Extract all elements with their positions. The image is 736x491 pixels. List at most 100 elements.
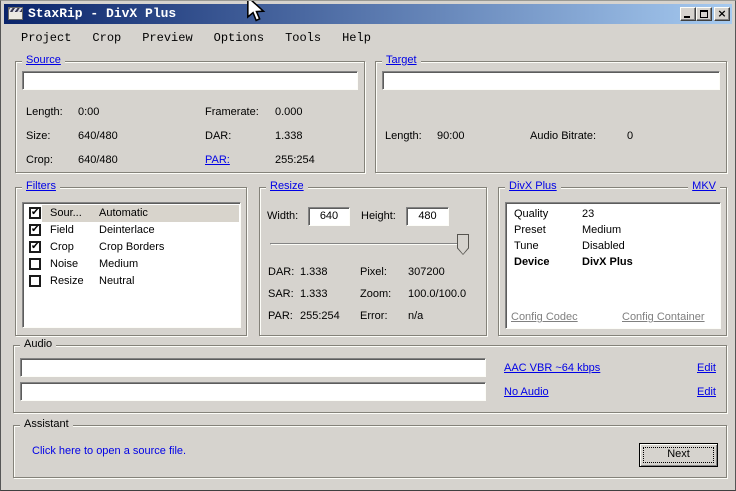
source-framerate-value: 0.000 xyxy=(275,106,303,118)
filter-value: Crop Borders xyxy=(99,241,164,253)
pixel-value: 307200 xyxy=(408,266,445,278)
resize-group: Resize Width: 640 Height: 480 DAR: 1.338… xyxy=(259,187,487,336)
container-caption-link[interactable]: MKV xyxy=(688,180,720,192)
source-file-input[interactable] xyxy=(22,71,358,90)
resize-slider-thumb[interactable] xyxy=(457,234,469,255)
codec-caption-link[interactable]: DivX Plus xyxy=(505,180,561,192)
source-caption-link[interactable]: Source xyxy=(22,54,65,66)
next-button-label: Next xyxy=(640,448,717,460)
main-window: StaxRip - DivX Plus × Project Crop Previ… xyxy=(0,0,736,491)
tune-label: Tune xyxy=(514,240,539,252)
checkbox-unchecked-icon[interactable] xyxy=(29,275,41,287)
source-dar-label: DAR: xyxy=(205,130,231,142)
source-crop-label: Crop: xyxy=(26,154,53,166)
dar-label: DAR: xyxy=(268,266,294,278)
filter-value: Automatic xyxy=(99,207,148,219)
clapperboard-stripes xyxy=(9,8,22,12)
source-par-link[interactable]: PAR: xyxy=(205,154,230,166)
audio-track1-input[interactable] xyxy=(20,358,486,377)
tune-value: Disabled xyxy=(582,240,625,252)
error-label: Error: xyxy=(360,310,388,322)
filters-listbox: ✔ Sour... Automatic ✔ Field Deinterlace … xyxy=(22,202,241,328)
checkbox-checked-icon[interactable]: ✔ xyxy=(29,224,41,236)
menu-options[interactable]: Options xyxy=(214,31,264,45)
filter-value: Deinterlace xyxy=(99,224,155,236)
filter-row-resize[interactable]: Resize Neutral xyxy=(23,273,240,290)
audio-track1-profile-link[interactable]: AAC VBR ~64 kbps xyxy=(504,362,600,374)
config-container-link[interactable]: Config Container xyxy=(622,311,705,323)
checkbox-checked-icon[interactable]: ✔ xyxy=(29,207,41,219)
par-label: PAR: xyxy=(268,310,293,322)
audio-track1-edit-link[interactable]: Edit xyxy=(697,362,716,374)
menu-help[interactable]: Help xyxy=(342,31,371,45)
close-icon: × xyxy=(715,8,729,20)
sar-label: SAR: xyxy=(268,288,294,300)
target-length-label: Length: xyxy=(385,130,422,142)
resize-caption-link[interactable]: Resize xyxy=(266,180,308,192)
checkbox-checked-icon[interactable]: ✔ xyxy=(29,241,41,253)
dar-value: 1.338 xyxy=(300,266,328,278)
maximize-button[interactable] xyxy=(696,7,712,21)
filter-value: Neutral xyxy=(99,275,134,287)
minimize-button[interactable] xyxy=(680,7,696,21)
audio-track2-edit-link[interactable]: Edit xyxy=(697,386,716,398)
filter-name: Crop xyxy=(50,241,74,253)
filter-row-crop[interactable]: ✔ Crop Crop Borders xyxy=(23,239,240,256)
source-length-label: Length: xyxy=(26,106,63,118)
menu-project[interactable]: Project xyxy=(21,31,71,45)
assistant-group: Assistant Click here to open a source fi… xyxy=(13,425,727,478)
menu-crop[interactable]: Crop xyxy=(92,31,121,45)
source-group: Source Length: 0:00 Framerate: 0.000 Siz… xyxy=(15,61,365,173)
height-input[interactable]: 480 xyxy=(406,207,449,226)
resize-slider-track[interactable] xyxy=(270,243,466,245)
filter-value: Medium xyxy=(99,258,138,270)
device-label: Device xyxy=(514,256,549,268)
menu-preview[interactable]: Preview xyxy=(142,31,192,45)
quality-label: Quality xyxy=(514,208,548,220)
preset-label: Preset xyxy=(514,224,546,236)
filter-name: Sour... xyxy=(50,207,82,219)
source-length-value: 0:00 xyxy=(78,106,99,118)
target-group: Target Length: 90:00 Audio Bitrate: 0 xyxy=(375,61,727,173)
filters-caption-link[interactable]: Filters xyxy=(22,180,60,192)
target-caption-link[interactable]: Target xyxy=(382,54,421,66)
window-title: StaxRip - DivX Plus xyxy=(28,6,176,21)
source-size-label: Size: xyxy=(26,130,50,142)
filters-group: Filters ✔ Sour... Automatic ✔ Field Dein… xyxy=(15,187,247,336)
menu-tools[interactable]: Tools xyxy=(285,31,321,45)
zoom-label: Zoom: xyxy=(360,288,391,300)
filter-name: Noise xyxy=(50,258,78,270)
filter-row-field[interactable]: ✔ Field Deinterlace xyxy=(23,222,240,239)
par-value: 255:254 xyxy=(300,310,340,322)
audio-track2-input[interactable] xyxy=(20,382,486,401)
config-codec-link[interactable]: Config Codec xyxy=(511,311,578,323)
minimize-icon xyxy=(684,16,690,18)
source-size-value: 640/480 xyxy=(78,130,118,142)
quality-value: 23 xyxy=(582,208,594,220)
filter-row-noise[interactable]: Noise Medium xyxy=(23,256,240,273)
codec-group: DivX Plus MKV Quality 23 Preset Medium T… xyxy=(498,187,727,336)
width-input[interactable]: 640 xyxy=(308,207,350,226)
filter-name: Field xyxy=(50,224,74,236)
audio-caption: Audio xyxy=(20,338,56,350)
target-file-input[interactable] xyxy=(382,71,720,90)
target-bitrate-value: 0 xyxy=(627,130,633,142)
preset-value: Medium xyxy=(582,224,621,236)
slider-thumb-face xyxy=(458,235,468,254)
audio-group: Audio AAC VBR ~64 kbps Edit No Audio Edi… xyxy=(13,345,727,413)
audio-track2-profile-link[interactable]: No Audio xyxy=(504,386,549,398)
title-bar: StaxRip - DivX Plus × xyxy=(4,4,732,24)
filter-row-source[interactable]: ✔ Sour... Automatic xyxy=(23,205,240,222)
source-par-value: 255:254 xyxy=(275,154,315,166)
filter-name: Resize xyxy=(50,275,84,287)
assistant-open-source-link[interactable]: Click here to open a source file. xyxy=(32,445,186,457)
next-button[interactable]: Next xyxy=(639,443,718,467)
height-label: Height: xyxy=(361,210,396,222)
close-button[interactable]: × xyxy=(714,7,730,21)
sar-value: 1.333 xyxy=(300,288,328,300)
target-bitrate-label: Audio Bitrate: xyxy=(530,130,596,142)
codec-listbox: Quality 23 Preset Medium Tune Disabled D… xyxy=(505,202,721,329)
checkbox-unchecked-icon[interactable] xyxy=(29,258,41,270)
maximize-icon xyxy=(700,10,708,18)
width-label: Width: xyxy=(267,210,298,222)
